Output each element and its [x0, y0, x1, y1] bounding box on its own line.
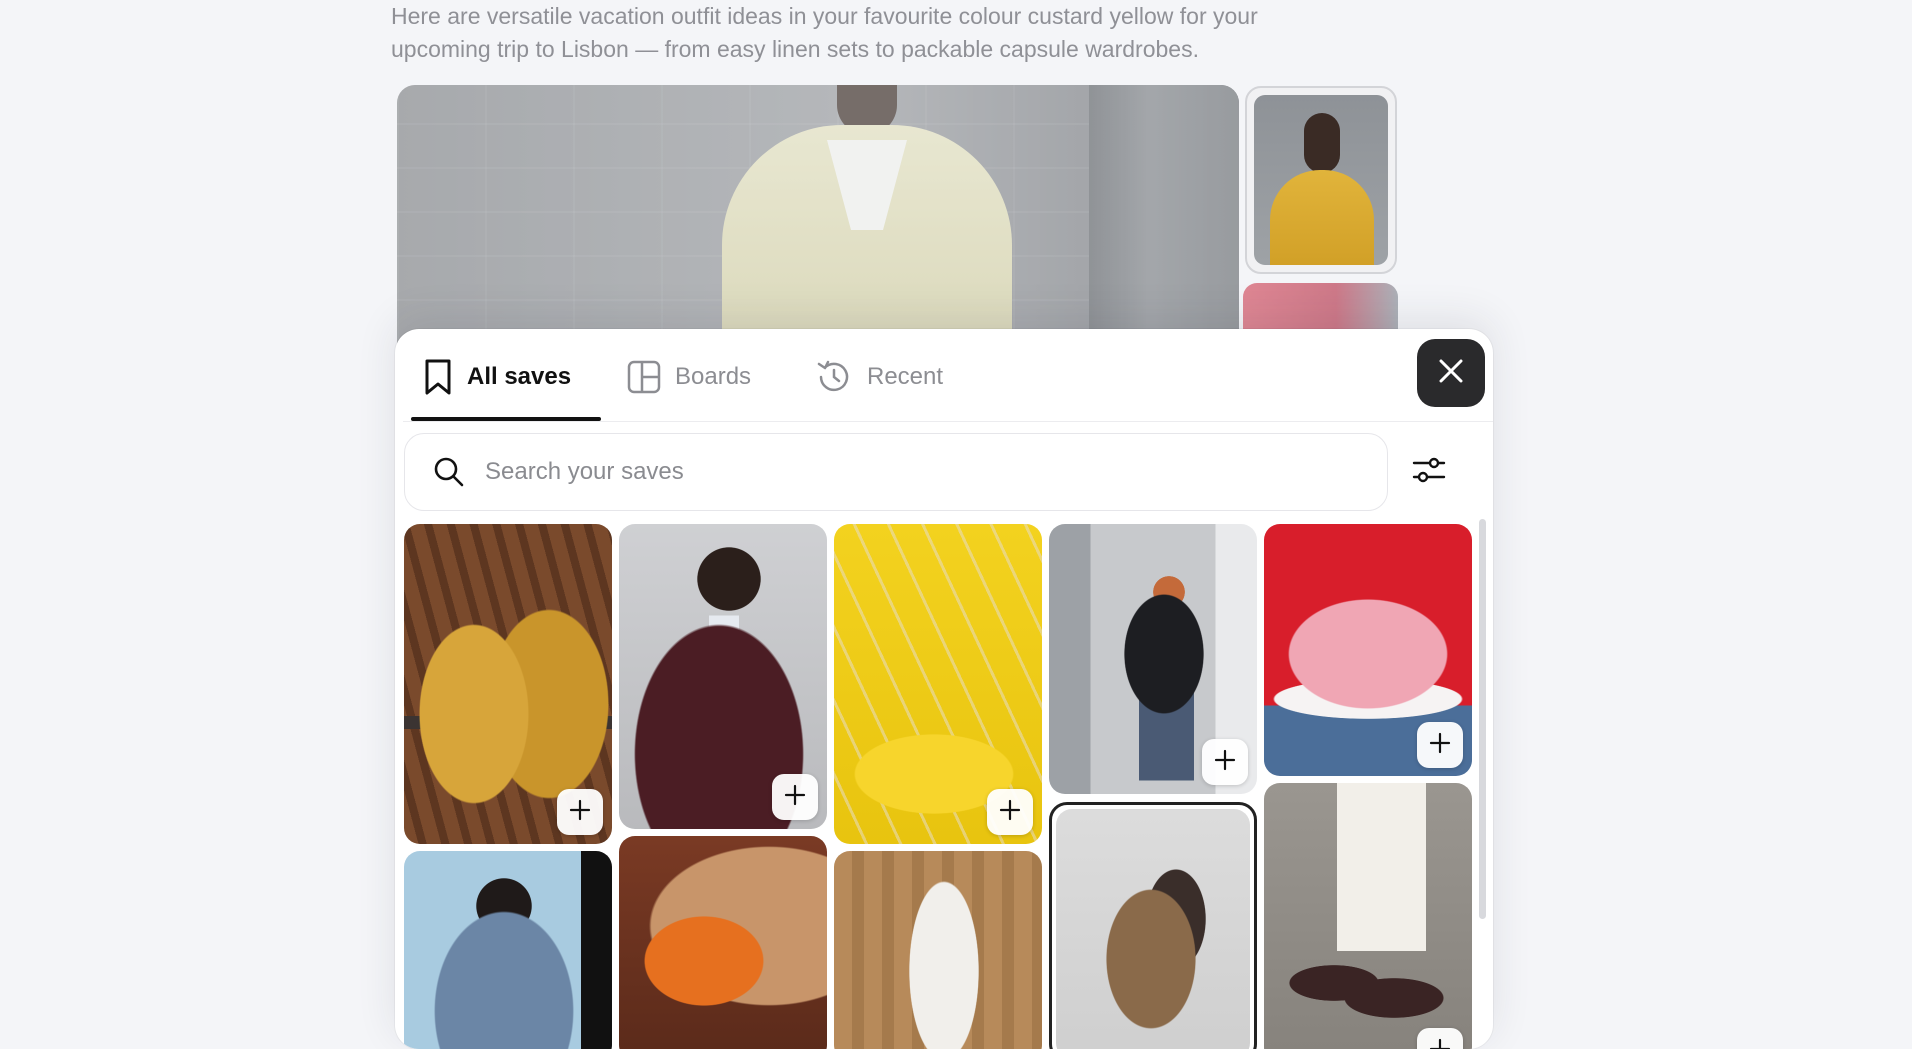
plus-icon: [999, 799, 1021, 826]
outfit-hero-image[interactable]: [397, 85, 1239, 345]
save-tile-boots[interactable]: [404, 524, 612, 844]
save-tile-mesh-shoes[interactable]: [1264, 783, 1472, 1049]
tab-divider: [403, 421, 1493, 422]
history-icon: [815, 358, 853, 396]
message-line-2: upcoming trip to Lisbon — from easy line…: [391, 33, 1391, 66]
tab-label: Recent: [867, 363, 943, 391]
tab-recent[interactable]: Recent: [815, 353, 943, 401]
message-line-1: Here are versatile vacation outfit ideas…: [391, 0, 1391, 33]
bookmark-icon: [423, 358, 453, 396]
tab-label: All saves: [467, 363, 571, 391]
save-tile-chrome-chair[interactable]: [1056, 809, 1250, 1049]
search-bar: [404, 433, 1388, 511]
plus-icon: [569, 799, 591, 826]
outfit-thumbnail-selected[interactable]: [1245, 86, 1397, 274]
save-tile-denim[interactable]: [404, 851, 612, 1049]
plus-icon: [1214, 749, 1236, 776]
tab-bar: All saves Boards Recent: [403, 329, 1483, 421]
assistant-message: Here are versatile vacation outfit ideas…: [391, 0, 1391, 66]
plus-icon: [784, 784, 806, 811]
tab-all-saves[interactable]: All saves: [423, 353, 571, 401]
tab-label: Boards: [675, 363, 751, 391]
save-tile-white-outfit[interactable]: [834, 851, 1042, 1049]
add-button[interactable]: [987, 789, 1033, 835]
plus-icon: [1429, 1038, 1451, 1049]
add-button[interactable]: [1202, 739, 1248, 785]
plus-icon: [1429, 732, 1451, 759]
save-tile-yellow-chairs[interactable]: [834, 524, 1042, 844]
save-tile-burgundy-suit[interactable]: [619, 524, 827, 829]
add-button[interactable]: [557, 789, 603, 835]
search-input[interactable]: [483, 457, 1387, 487]
save-tile-camera[interactable]: [619, 836, 827, 1049]
add-button[interactable]: [772, 774, 818, 820]
close-icon: [1437, 357, 1465, 390]
close-button[interactable]: [1417, 339, 1485, 407]
scrollbar[interactable]: [1479, 519, 1486, 919]
filter-button[interactable]: [1403, 447, 1455, 497]
tab-boards[interactable]: Boards: [627, 353, 751, 401]
add-button[interactable]: [1417, 722, 1463, 768]
sliders-icon: [1412, 456, 1446, 489]
boards-icon: [627, 360, 661, 394]
saves-panel: All saves Boards Recent: [395, 329, 1493, 1049]
search-icon: [433, 456, 465, 488]
save-tile-cake[interactable]: [1264, 524, 1472, 776]
add-button[interactable]: [1417, 1028, 1463, 1049]
save-tile-black-jacket[interactable]: [1049, 524, 1257, 794]
